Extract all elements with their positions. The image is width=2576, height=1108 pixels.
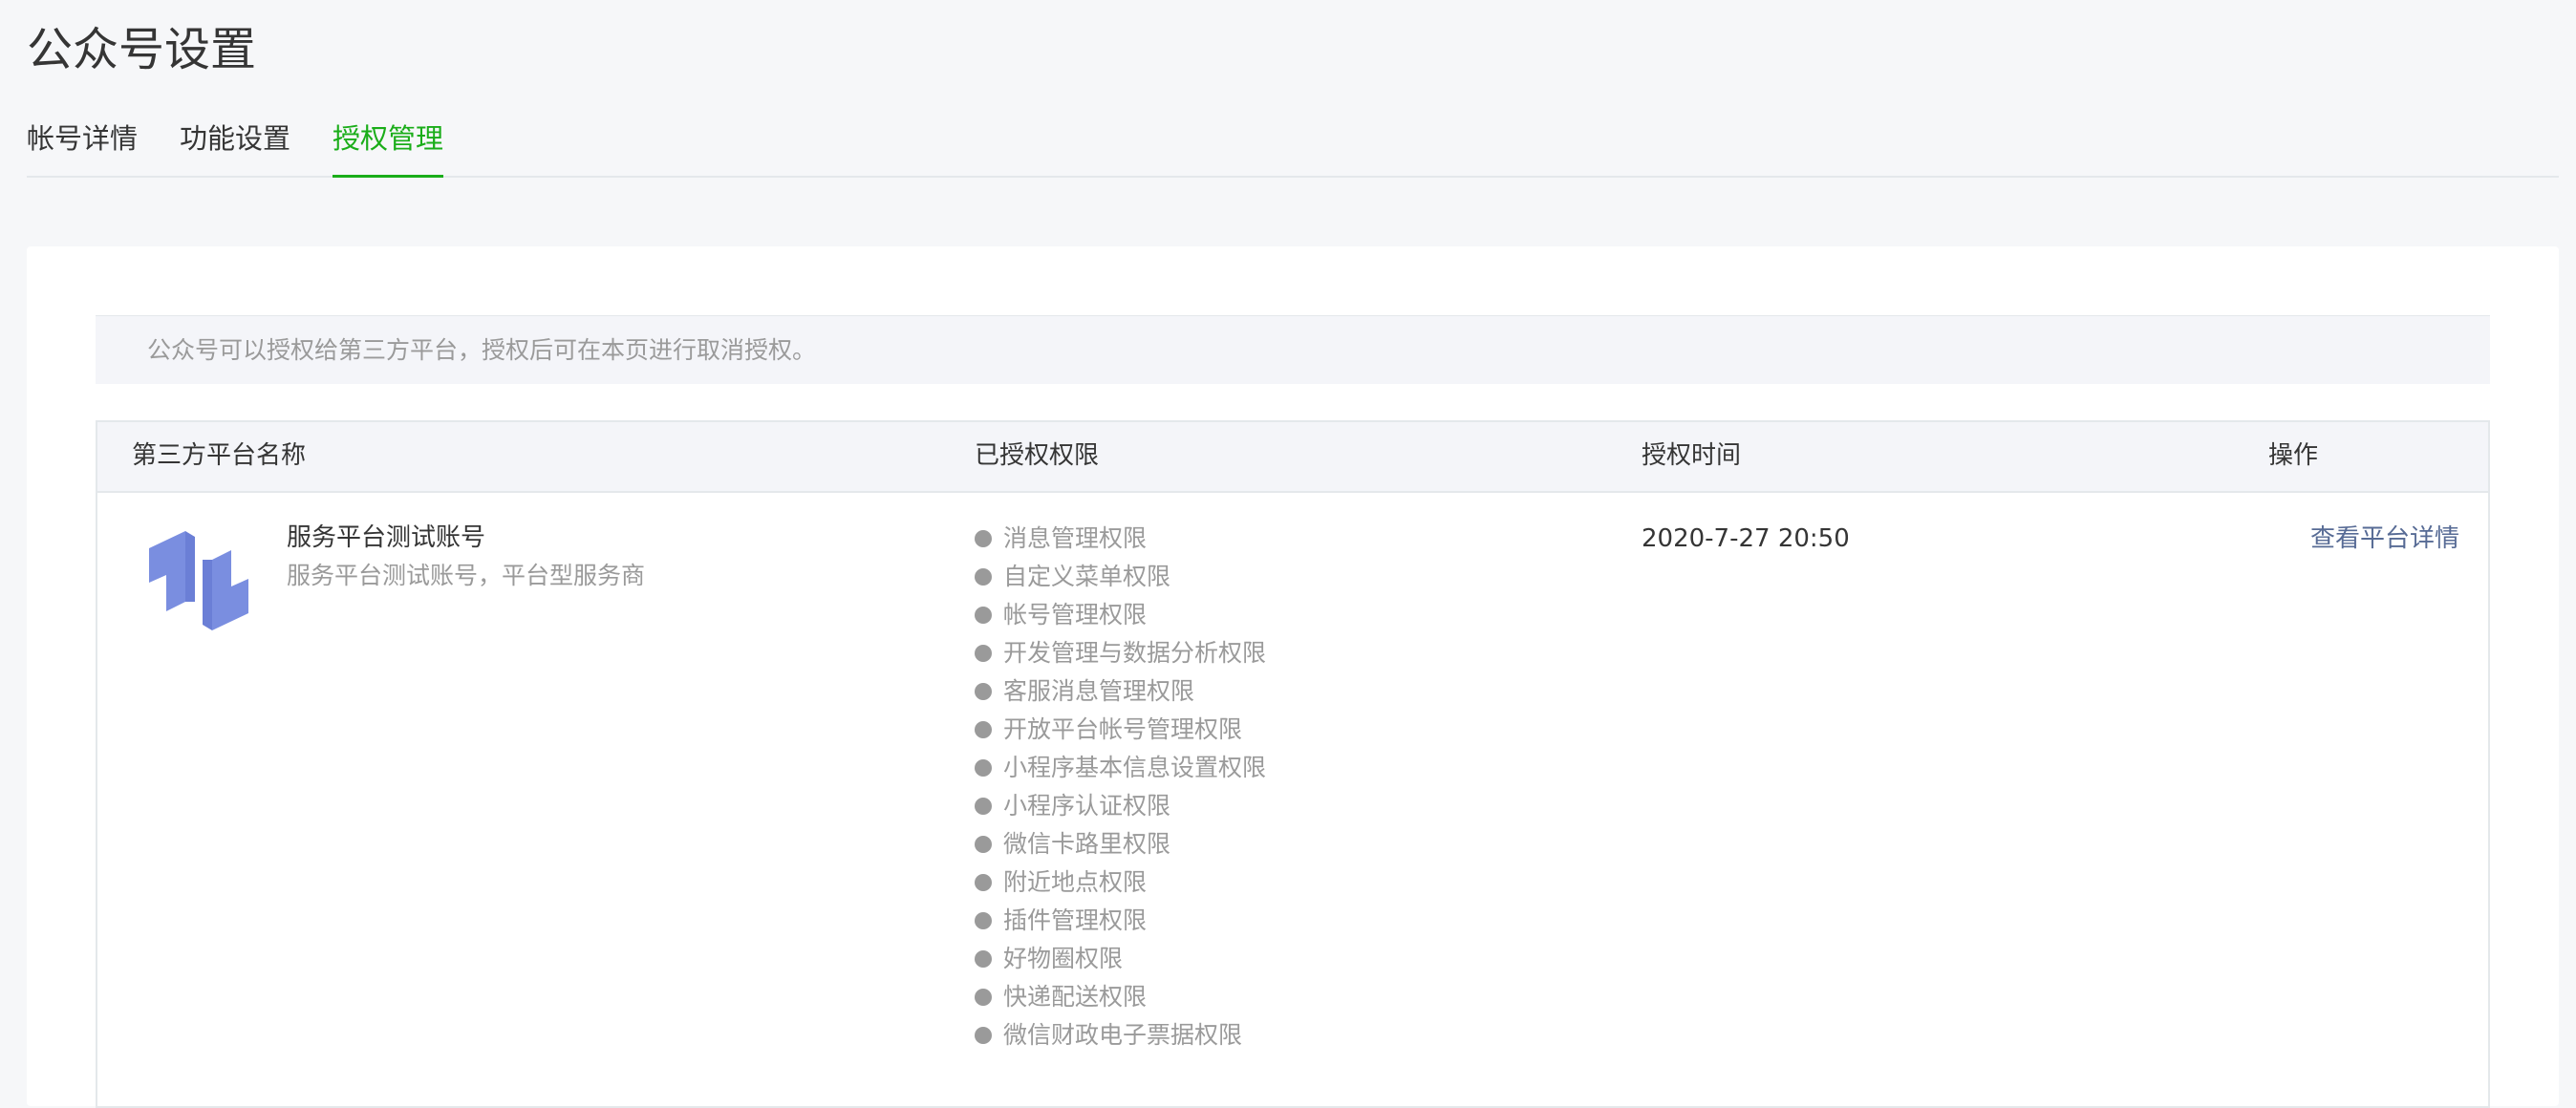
permission-item: 消息管理权限 — [975, 520, 1266, 558]
permission-item: 附近地点权限 — [975, 863, 1266, 902]
bullet-dot-icon — [975, 798, 992, 815]
permission-item: 微信卡路里权限 — [975, 825, 1266, 863]
permission-item: 自定义菜单权限 — [975, 558, 1266, 596]
bullet-dot-icon — [975, 1027, 992, 1044]
tab-feature-settings[interactable]: 功能设置 — [180, 105, 290, 176]
platform-logo-icon — [149, 531, 248, 630]
bullet-dot-icon — [975, 912, 992, 929]
permission-item: 小程序认证权限 — [975, 787, 1266, 825]
bullet-dot-icon — [975, 683, 992, 700]
bullet-dot-icon — [975, 759, 992, 777]
tab-authorization-management[interactable]: 授权管理 — [333, 105, 444, 178]
bullet-dot-icon — [975, 950, 992, 968]
permission-item: 客服消息管理权限 — [975, 672, 1266, 711]
permission-item: 微信财政电子票据权限 — [975, 1016, 1266, 1055]
permission-item: 好物圈权限 — [975, 940, 1266, 978]
permission-list: 消息管理权限 自定义菜单权限 帐号管理权限 开发管理与数据分析权限 客服消息管理… — [975, 520, 1266, 1055]
permission-item: 快递配送权限 — [975, 978, 1266, 1016]
permission-item: 小程序基本信息设置权限 — [975, 749, 1266, 787]
header-platform-name: 第三方平台名称 — [132, 441, 307, 470]
bullet-dot-icon — [975, 874, 992, 891]
header-action: 操作 — [2268, 441, 2319, 470]
tab-account-details[interactable]: 帐号详情 — [27, 105, 138, 176]
platform-description: 服务平台测试账号，平台型服务商 — [287, 562, 646, 589]
page-title: 公众号设置 — [27, 23, 257, 76]
header-permissions: 已授权权限 — [975, 441, 1100, 470]
platform-name: 服务平台测试账号 — [287, 523, 486, 552]
permission-item: 帐号管理权限 — [975, 596, 1266, 634]
permission-item: 开发管理与数据分析权限 — [975, 634, 1266, 672]
bullet-dot-icon — [975, 989, 992, 1006]
bullet-dot-icon — [975, 836, 992, 853]
table-row: 服务平台测试账号 服务平台测试账号，平台型服务商 消息管理权限 自定义菜单权限 … — [97, 493, 2488, 1104]
bullet-dot-icon — [975, 530, 992, 547]
bullet-dot-icon — [975, 568, 992, 586]
bullet-dot-icon — [975, 645, 992, 662]
table-header: 第三方平台名称 已授权权限 授权时间 操作 — [97, 422, 2488, 493]
bullet-dot-icon — [975, 721, 992, 738]
permission-item: 插件管理权限 — [975, 902, 1266, 940]
view-platform-details-link[interactable]: 查看平台详情 — [2310, 520, 2459, 558]
tab-bar: 帐号详情 功能设置 授权管理 — [27, 105, 2559, 178]
bullet-dot-icon — [975, 607, 992, 624]
authorization-notice: 公众号可以授权给第三方平台，授权后可在本页进行取消授权。 — [96, 315, 2490, 384]
authorization-card: 公众号可以授权给第三方平台，授权后可在本页进行取消授权。 第三方平台名称 已授权… — [27, 246, 2559, 1108]
authorization-time: 2020-7-27 20:50 — [1642, 524, 1850, 553]
authorized-platforms-table: 第三方平台名称 已授权权限 授权时间 操作 服务平台测试账号 服务平台测试账号，… — [96, 420, 2490, 1108]
permission-item: 开放平台帐号管理权限 — [975, 711, 1266, 749]
header-auth-time: 授权时间 — [1642, 441, 1742, 470]
